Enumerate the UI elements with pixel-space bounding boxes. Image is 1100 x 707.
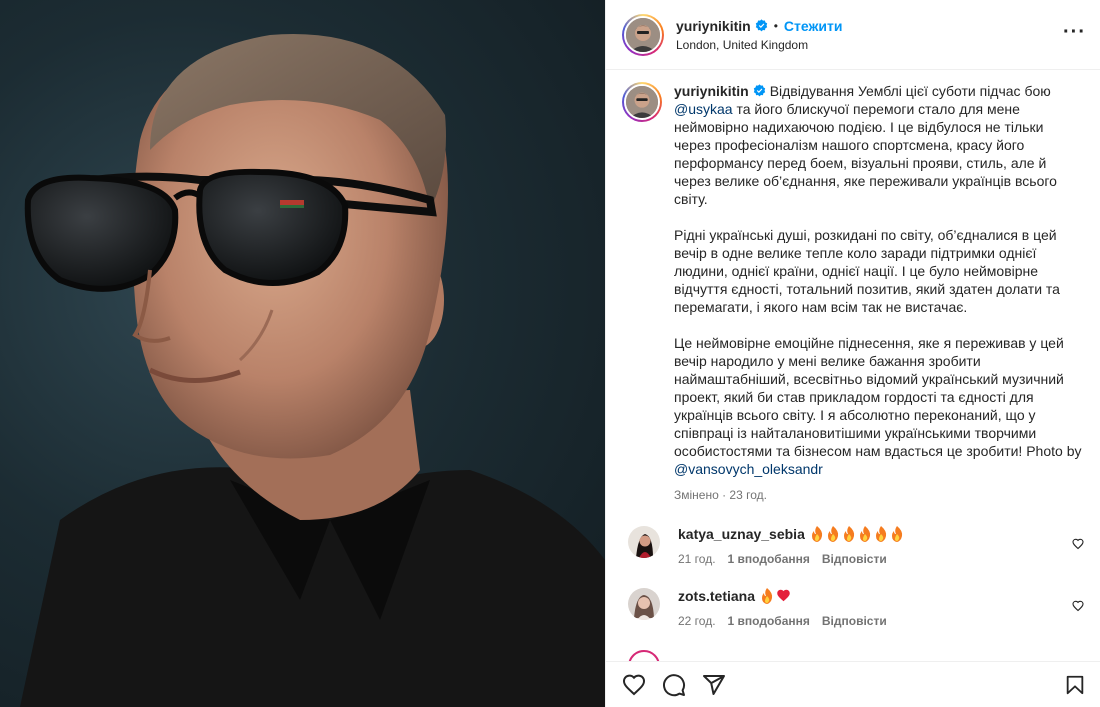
- commenter-avatar[interactable]: [628, 588, 660, 620]
- heart-icon: [622, 674, 646, 695]
- caption-edited-time: Змінено · 23 год.: [674, 488, 767, 502]
- verified-badge-icon: [755, 19, 767, 32]
- caption-text-3a: Це неймовірне емоційне піднесення, яке я…: [674, 335, 1082, 459]
- post-dialog: yuriynikitin • Стежити London, United Ki…: [0, 0, 1100, 707]
- like-button[interactable]: [622, 673, 646, 697]
- fire-emoji-icon: [875, 526, 887, 542]
- caption-paragraph-2: Рідні українські душі, розкидані по світ…: [674, 227, 1060, 315]
- fire-emoji-icon: [827, 526, 839, 542]
- author-avatar[interactable]: [622, 13, 664, 56]
- commenter-avatar-image: [628, 526, 660, 558]
- comment-text: [810, 526, 904, 542]
- caption-verified-badge-icon: [753, 84, 765, 97]
- comment-likes-count[interactable]: 1 вподобання: [728, 614, 810, 628]
- red-heart-emoji-icon: [777, 589, 790, 602]
- comment-icon: [663, 673, 686, 696]
- comment-item: zots.tetiana 22 год. 1 вподобання Відпов…: [622, 588, 1084, 628]
- author-username[interactable]: yuriynikitin: [676, 18, 751, 34]
- post-location[interactable]: London, United Kingdom: [676, 38, 842, 52]
- author-avatar-image: [626, 17, 660, 52]
- bookmark-icon: [1066, 675, 1084, 695]
- paper-plane-icon: [703, 674, 725, 695]
- comment-text: [760, 588, 791, 604]
- comments-scroll-area[interactable]: yuriynikitin Відвідування Уемблі цієї суб…: [606, 70, 1100, 661]
- post-action-bar: [606, 661, 1100, 707]
- fire-emoji-icon: [811, 526, 823, 542]
- fire-emoji-icon: [891, 526, 903, 542]
- save-button[interactable]: [1064, 674, 1086, 699]
- post-panel: yuriynikitin • Стежити London, United Ki…: [605, 0, 1100, 707]
- follow-button[interactable]: Стежити: [784, 18, 843, 34]
- post-photo[interactable]: [0, 0, 605, 707]
- caption-username[interactable]: yuriynikitin: [674, 83, 749, 99]
- more-options-icon[interactable]: ···: [1063, 22, 1086, 42]
- portrait-illustration: [20, 34, 605, 707]
- caption-avatar-image: [626, 86, 658, 118]
- caption-paragraph-1: yuriynikitin Відвідування Уемблі цієї суб…: [674, 82, 1084, 208]
- comment-button[interactable]: [662, 673, 686, 697]
- commenter-username[interactable]: katya_uznay_sebia: [678, 526, 805, 542]
- comment-time[interactable]: 22 год.: [678, 614, 716, 628]
- share-button[interactable]: [702, 673, 726, 697]
- comment-like-heart-icon[interactable]: [1072, 538, 1084, 550]
- caption-author-avatar[interactable]: [622, 82, 662, 122]
- mention-link-vansovych[interactable]: @vansovych_oleksandr: [674, 461, 823, 477]
- commenter-avatar-image: [628, 588, 660, 620]
- comment-time[interactable]: 21 год.: [678, 552, 716, 566]
- caption-text: yuriynikitin Відвідування Уемблі цієї суб…: [674, 82, 1084, 504]
- caption-paragraph-3: Це неймовірне емоційне піднесення, яке я…: [674, 334, 1084, 478]
- separator-dot: •: [773, 18, 778, 33]
- commenter-avatar[interactable]: [628, 526, 660, 558]
- fire-emoji-icon: [843, 526, 855, 542]
- comment-like-heart-icon[interactable]: [1072, 600, 1084, 612]
- comment-likes-count[interactable]: 1 вподобання: [728, 552, 810, 566]
- comment-item-partial: [622, 650, 1084, 661]
- commenter-avatar[interactable]: [628, 650, 660, 661]
- reply-button[interactable]: Відповісти: [822, 614, 887, 628]
- post-header: yuriynikitin • Стежити London, United Ki…: [606, 0, 1100, 70]
- mention-link-usykaa[interactable]: @usykaa: [674, 101, 733, 117]
- fire-emoji-icon: [762, 588, 773, 604]
- post-caption: yuriynikitin Відвідування Уемблі цієї суб…: [622, 82, 1084, 504]
- fire-emoji-icon: [859, 526, 871, 542]
- caption-text-1a: Відвідування Уемблі цієї суботи підчас б…: [769, 83, 1051, 99]
- reply-button[interactable]: Відповісти: [822, 552, 887, 566]
- comment-item: katya_uznay_sebia 21 год. 1 вподобання В…: [622, 526, 1084, 566]
- commenter-username[interactable]: zots.tetiana: [678, 588, 755, 604]
